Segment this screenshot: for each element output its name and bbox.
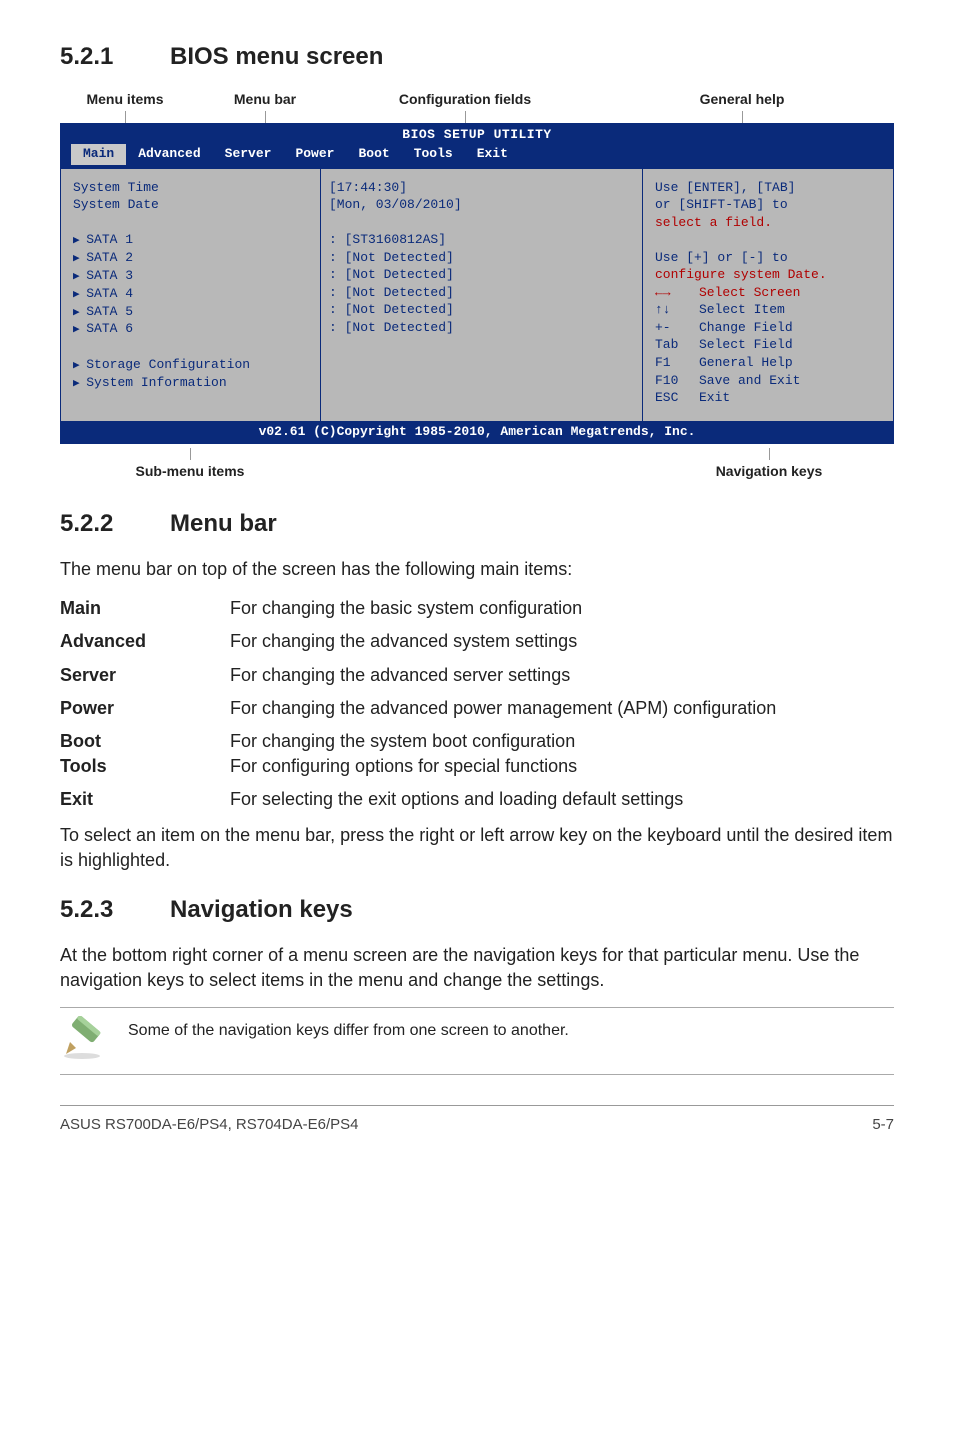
def-term: Power: [60, 696, 230, 721]
definitions-table: MainFor changing the basic system config…: [60, 596, 894, 812]
label-general-help: General help: [700, 91, 785, 107]
label-config-fields: Configuration fields: [399, 91, 531, 107]
def-term: Exit: [60, 787, 230, 812]
bios-sata6-val: [Not Detected]: [345, 320, 454, 335]
def-desc: For changing the advanced server setting…: [230, 663, 894, 688]
bios-copyright: v02.61 (C)Copyright 1985-2010, American …: [61, 421, 893, 443]
bios-title: BIOS SETUP UTILITY: [61, 124, 893, 144]
def-desc: For configuring options for special func…: [230, 754, 894, 779]
def-desc: For selecting the exit options and loadi…: [230, 787, 894, 812]
note-callout: Some of the navigation keys differ from …: [60, 1007, 894, 1075]
bios-tab-advanced[interactable]: Advanced: [126, 144, 212, 164]
bios-sata-1: SATA 1: [73, 231, 312, 249]
bios-sata-4: SATA 4: [73, 285, 312, 303]
page-footer: ASUS RS700DA-E6/PS4, RS704DA-E6/PS4 5-7: [60, 1106, 894, 1135]
diagram-top-labels: Menu items Menu bar Configuration fields…: [60, 90, 894, 124]
def-term: Boot: [60, 729, 230, 754]
def-desc: For changing the system boot configurati…: [230, 729, 894, 754]
bios-storage-config: Storage Configuration: [73, 356, 312, 374]
bios-sata3-val: [Not Detected]: [345, 267, 454, 282]
bios-sata-3: SATA 3: [73, 267, 312, 285]
bios-system-time[interactable]: System Time: [73, 179, 312, 197]
def-term: Advanced: [60, 629, 230, 654]
bios-help-panel: Use [ENTER], [TAB] or [SHIFT-TAB] to sel…: [643, 169, 893, 421]
footer-right: 5-7: [872, 1114, 894, 1135]
bios-sata1-val: [ST3160812AS]: [345, 232, 446, 247]
bios-tab-main[interactable]: Main: [71, 144, 126, 164]
bios-tab-power[interactable]: Power: [283, 144, 346, 164]
navkeys-text: At the bottom right corner of a menu scr…: [60, 943, 894, 993]
def-desc: For changing the basic system configurat…: [230, 596, 894, 621]
heading-num: 5.2.1: [60, 40, 170, 74]
def-desc: For changing the advanced system setting…: [230, 629, 894, 654]
heading-num: 5.2.2: [60, 507, 170, 541]
footer-left: ASUS RS700DA-E6/PS4, RS704DA-E6/PS4: [60, 1114, 358, 1135]
heading-521: 5.2.1BIOS menu screen: [60, 40, 894, 74]
pencil-icon: [60, 1016, 110, 1060]
bios-nav-keys: ←→Select Screen ↑↓Select Item +-Change F…: [655, 284, 883, 407]
def-term: Main: [60, 596, 230, 621]
bios-system-info: System Information: [73, 374, 312, 392]
label-submenu: Sub-menu items: [136, 463, 245, 479]
heading-522: 5.2.2Menu bar: [60, 507, 894, 541]
def-desc: For changing the advanced power manageme…: [230, 696, 894, 721]
label-menu-bar: Menu bar: [234, 91, 296, 107]
bios-system-date[interactable]: System Date: [73, 196, 312, 214]
bios-tab-exit[interactable]: Exit: [465, 144, 520, 164]
def-term: Tools: [60, 754, 230, 779]
bios-sata-2: SATA 2: [73, 249, 312, 267]
bios-tab-tools[interactable]: Tools: [402, 144, 465, 164]
bios-diagram: Menu items Menu bar Configuration fields…: [60, 90, 894, 482]
bios-time-value[interactable]: [17:44:30]: [329, 179, 634, 197]
bios-screen: BIOS SETUP UTILITY Main Advanced Server …: [60, 123, 894, 444]
bios-sata5-val: [Not Detected]: [345, 302, 454, 317]
menubar-outro: To select an item on the menu bar, press…: [60, 823, 894, 873]
def-term: Server: [60, 663, 230, 688]
bios-sata-5: SATA 5: [73, 303, 312, 321]
diagram-bottom-labels: Sub-menu items Navigation keys: [60, 448, 894, 482]
label-navkeys: Navigation keys: [716, 463, 823, 479]
heading-title: BIOS menu screen: [170, 43, 383, 70]
heading-title: Navigation keys: [170, 896, 353, 923]
heading-title: Menu bar: [170, 510, 277, 537]
bios-sata-6: SATA 6: [73, 320, 312, 338]
heading-num: 5.2.3: [60, 893, 170, 927]
bios-tab-boot[interactable]: Boot: [346, 144, 401, 164]
bios-tab-server[interactable]: Server: [213, 144, 284, 164]
bios-date-value[interactable]: [Mon, 03/08/2010]: [329, 196, 634, 214]
label-menu-items: Menu items: [86, 91, 163, 107]
bios-menubar[interactable]: Main Advanced Server Power Boot Tools Ex…: [61, 144, 893, 168]
menubar-intro: The menu bar on top of the screen has th…: [60, 557, 894, 582]
bios-left-panel: System Time System Date SATA 1 SATA 2 SA…: [61, 169, 321, 421]
bios-sata2-val: [Not Detected]: [345, 250, 454, 265]
note-text: Some of the navigation keys differ from …: [128, 1016, 894, 1042]
bios-sata4-val: [Not Detected]: [345, 285, 454, 300]
bios-mid-panel: [17:44:30] [Mon, 03/08/2010] : [ST316081…: [321, 169, 643, 421]
heading-523: 5.2.3Navigation keys: [60, 893, 894, 927]
